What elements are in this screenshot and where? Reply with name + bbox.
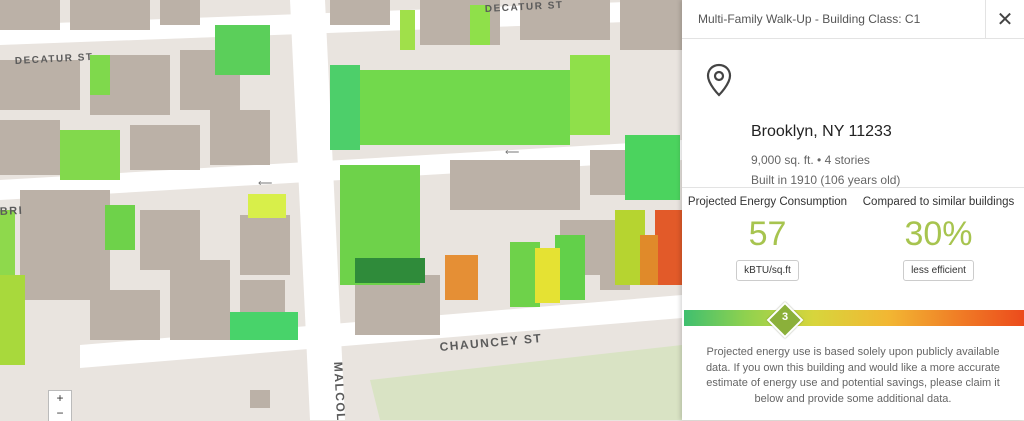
zoom-out-button[interactable]: − [49,406,71,421]
building-built-year: Built in 1910 (106 years old) [751,173,901,187]
energy-stats: Projected Energy Consumption 57 kBTU/sq.… [682,196,1024,301]
zoom-control: + − [48,390,72,421]
comparison-label: Compared to similar buildings [862,196,1015,208]
comparison-stat: Compared to similar buildings 30% less e… [853,196,1024,281]
close-button[interactable]: ✕ [985,0,1024,38]
building-info-panel: Multi-Family Walk-Up - Building Class: C… [682,0,1024,420]
disclaimer-text: Projected energy use is based solely upo… [705,346,1001,405]
comparison-unit: less efficient [903,260,974,281]
energy-consumption-label: Projected Energy Consumption [687,196,848,208]
location-pin-icon [706,63,732,97]
energy-consumption-stat: Projected Energy Consumption 57 kBTU/sq.… [682,196,853,281]
zoom-in-button[interactable]: + [49,391,71,406]
comparison-value: 30% [904,215,973,253]
street-label-bri: BRI [0,205,24,218]
oneway-arrow-icon: ⟵ [258,178,272,189]
energy-consumption-unit: kBTU/sq.ft [736,260,799,281]
energy-consumption-value: 57 [748,215,787,253]
efficiency-scale-value: 3 [781,311,789,323]
building-class-title: Multi-Family Walk-Up - Building Class: C… [698,12,921,26]
map-view[interactable]: ⟵ ⟵ DECATUR ST DECATUR ST CHAUNCEY ST MA… [0,0,682,420]
oneway-arrow-icon: ⟵ [505,147,519,158]
building-address: Brooklyn, NY 11233 [751,123,892,140]
panel-header: Multi-Family Walk-Up - Building Class: C… [682,0,1024,39]
efficiency-scale-bar [684,310,1024,326]
building-size-stories: 9,000 sq. ft. • 4 stories [751,153,870,167]
address-block: Brooklyn, NY 11233 9,000 sq. ft. • 4 sto… [682,39,1024,188]
